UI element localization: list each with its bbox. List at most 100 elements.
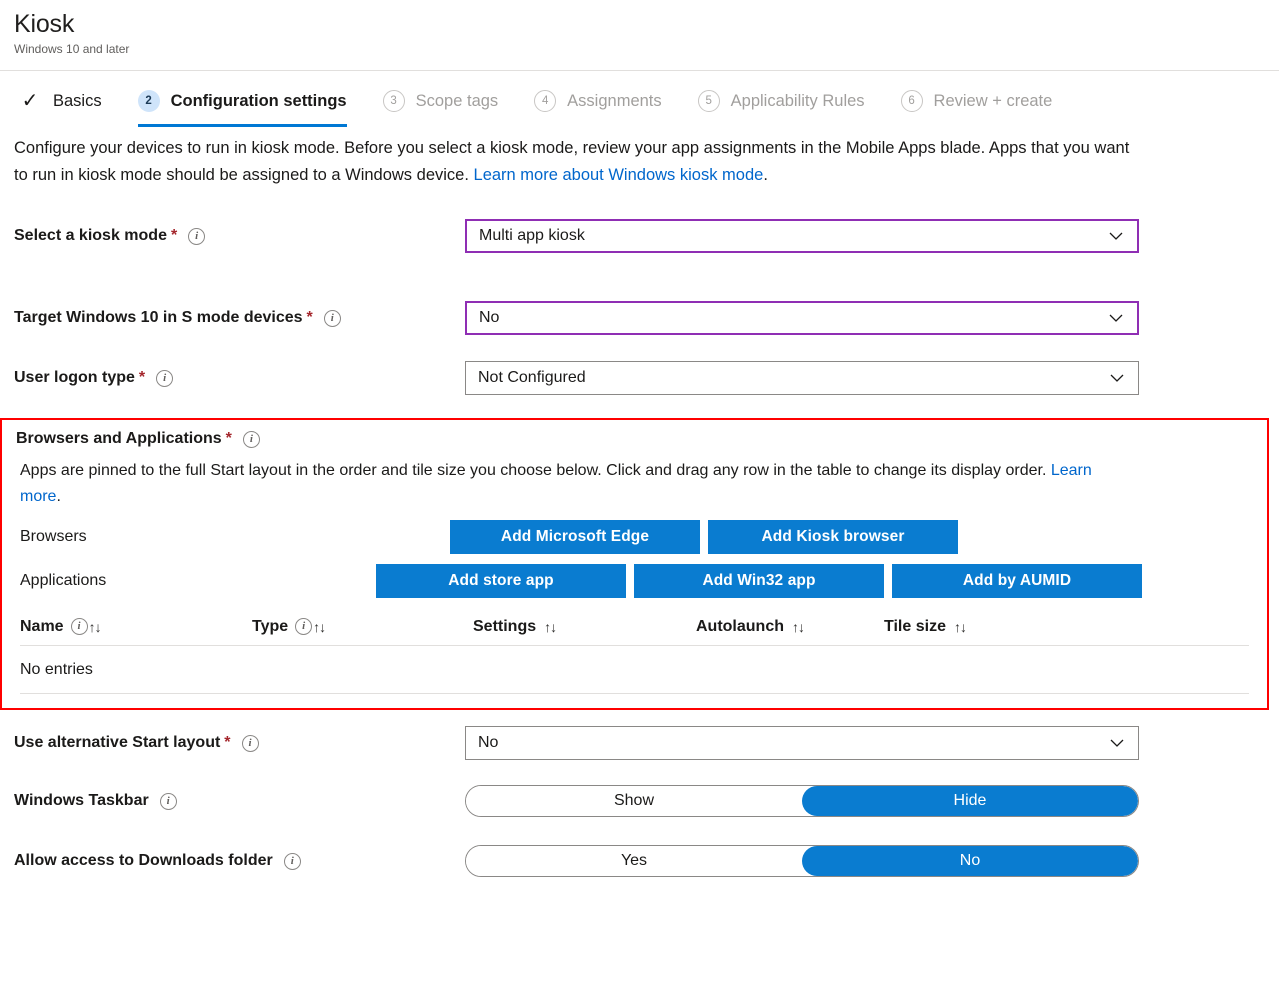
apps-table: Name i ↑↓ Type i ↑↓ Settings ↑↓ Autolaun…: [20, 612, 1249, 694]
downloads-folder-toggle[interactable]: Yes No: [465, 845, 1139, 877]
intro-text-end: .: [763, 166, 768, 184]
section-description: Apps are pinned to the full Start layout…: [2, 448, 1142, 510]
required-asterisk: *: [139, 369, 145, 387]
field-row-downloads-folder: Allow access to Downloads folder i Yes N…: [14, 844, 1265, 878]
browsers-buttons: Add Microsoft Edge Add Kiosk browser: [450, 520, 958, 554]
field-control: Multi app kiosk: [465, 219, 1265, 253]
table-empty-row: No entries: [20, 646, 1249, 694]
blade-header: Kiosk Windows 10 and later: [0, 0, 1279, 57]
tab-scope-tags[interactable]: 3 Scope tags: [383, 75, 513, 127]
column-label: Autolaunch: [696, 618, 784, 636]
tab-configuration-settings[interactable]: 2 Configuration settings: [138, 75, 361, 127]
field-label-s-mode: Target Windows 10 in S mode devices * i: [14, 309, 465, 327]
label-text: Target Windows 10 in S mode devices: [14, 309, 303, 327]
label-text: Select a kiosk mode: [14, 227, 167, 245]
field-control: Yes No: [465, 845, 1265, 877]
section-title-row: Browsers and Applications * i: [16, 430, 1253, 448]
step-number-badge: 6: [901, 90, 923, 112]
field-row-logon-type: User logon type * i Not Configured: [14, 361, 1265, 395]
info-icon[interactable]: i: [324, 310, 341, 327]
tab-label: Assignments: [567, 92, 661, 111]
additional-settings-form: Use alternative Start layout * i No Wind…: [0, 710, 1279, 878]
column-header-settings[interactable]: Settings ↑↓: [473, 618, 696, 636]
add-by-aumid-button[interactable]: Add by AUMID: [892, 564, 1142, 598]
info-icon[interactable]: i: [188, 228, 205, 245]
info-icon[interactable]: i: [242, 735, 259, 752]
check-icon: ✓: [18, 89, 42, 113]
browsers-button-row: Browsers Add Microsoft Edge Add Kiosk br…: [2, 520, 1267, 554]
add-win32-app-button[interactable]: Add Win32 app: [634, 564, 884, 598]
applications-buttons: Add store app Add Win32 app Add by AUMID: [376, 564, 1142, 598]
toggle-option-yes[interactable]: Yes: [466, 846, 802, 876]
info-icon[interactable]: i: [156, 370, 173, 387]
info-icon[interactable]: i: [71, 618, 88, 635]
s-mode-select[interactable]: No: [465, 301, 1139, 335]
toggle-option-no[interactable]: No: [802, 846, 1138, 876]
add-microsoft-edge-button[interactable]: Add Microsoft Edge: [450, 520, 700, 554]
kiosk-configuration-page: Kiosk Windows 10 and later ✓ Basics 2 Co…: [0, 0, 1279, 985]
description-text: Apps are pinned to the full Start layout…: [20, 462, 1051, 479]
label-text: Allow access to Downloads folder: [14, 852, 273, 870]
applications-button-row: Applications Add store app Add Win32 app…: [2, 564, 1267, 598]
tab-assignments[interactable]: 4 Assignments: [534, 75, 675, 127]
column-header-autolaunch[interactable]: Autolaunch ↑↓: [696, 618, 884, 636]
description-text-end: .: [56, 488, 60, 505]
browsers-and-applications-section: Browsers and Applications * i Apps are p…: [0, 418, 1269, 710]
info-icon[interactable]: i: [243, 431, 260, 448]
info-icon[interactable]: i: [160, 793, 177, 810]
step-number-badge: 3: [383, 90, 405, 112]
sort-arrows-icon[interactable]: ↑↓: [89, 619, 101, 635]
field-row-kiosk-mode: Select a kiosk mode * i Multi app kiosk: [14, 219, 1265, 253]
step-number-badge: 5: [698, 90, 720, 112]
logon-type-select[interactable]: Not Configured: [465, 361, 1139, 395]
field-label-logon-type: User logon type * i: [14, 369, 465, 387]
field-label-downloads-folder: Allow access to Downloads folder i: [14, 852, 465, 870]
field-label-kiosk-mode: Select a kiosk mode * i: [14, 227, 465, 245]
field-row-alt-start-layout: Use alternative Start layout * i No: [14, 726, 1265, 760]
column-header-name[interactable]: Name i ↑↓: [20, 618, 252, 636]
kiosk-mode-select[interactable]: Multi app kiosk: [465, 219, 1139, 253]
add-store-app-button[interactable]: Add store app: [376, 564, 626, 598]
info-icon[interactable]: i: [295, 618, 312, 635]
tab-label: Scope tags: [416, 92, 499, 111]
toggle-option-show[interactable]: Show: [466, 786, 802, 816]
required-asterisk: *: [307, 309, 313, 327]
label-text: User logon type: [14, 369, 135, 387]
windows-taskbar-toggle[interactable]: Show Hide: [465, 785, 1139, 817]
selected-value: No: [478, 734, 498, 752]
header-divider: [0, 70, 1279, 71]
tab-basics[interactable]: ✓ Basics: [18, 75, 116, 127]
column-header-type[interactable]: Type i ↑↓: [252, 618, 473, 636]
field-control: No: [465, 726, 1265, 760]
required-asterisk: *: [224, 734, 230, 752]
wizard-tab-bar: ✓ Basics 2 Configuration settings 3 Scop…: [0, 75, 1279, 127]
toggle-option-hide[interactable]: Hide: [802, 786, 1138, 816]
learn-more-kiosk-link[interactable]: Learn more about Windows kiosk mode: [474, 166, 764, 184]
sort-arrows-icon[interactable]: ↑↓: [544, 619, 556, 635]
page-subtitle: Windows 10 and later: [14, 41, 1279, 57]
selected-value: Multi app kiosk: [479, 227, 585, 245]
sort-arrows-icon[interactable]: ↑↓: [313, 619, 325, 635]
info-icon[interactable]: i: [284, 853, 301, 870]
selected-value: Not Configured: [478, 369, 586, 387]
table-header-row: Name i ↑↓ Type i ↑↓ Settings ↑↓ Autolaun…: [20, 612, 1249, 646]
alt-start-layout-select[interactable]: No: [465, 726, 1139, 760]
column-header-tile-size[interactable]: Tile size ↑↓: [884, 618, 966, 636]
step-number-badge: 4: [534, 90, 556, 112]
step-number-badge: 2: [138, 90, 160, 112]
tab-review-create[interactable]: 6 Review + create: [901, 75, 1067, 127]
empty-message: No entries: [20, 661, 93, 679]
add-kiosk-browser-button[interactable]: Add Kiosk browser: [708, 520, 958, 554]
column-label: Tile size: [884, 618, 946, 636]
selected-value: No: [479, 309, 499, 327]
sort-arrows-icon[interactable]: ↑↓: [954, 619, 966, 635]
section-title: Browsers and Applications: [16, 430, 222, 448]
page-title: Kiosk: [14, 8, 1279, 40]
intro-paragraph: Configure your devices to run in kiosk m…: [0, 127, 1150, 189]
required-asterisk: *: [171, 227, 177, 245]
chevron-down-icon: [1109, 370, 1125, 386]
tab-label: Basics: [53, 92, 102, 111]
sort-arrows-icon[interactable]: ↑↓: [792, 619, 804, 635]
chevron-down-icon: [1108, 310, 1124, 326]
tab-applicability-rules[interactable]: 5 Applicability Rules: [698, 75, 879, 127]
